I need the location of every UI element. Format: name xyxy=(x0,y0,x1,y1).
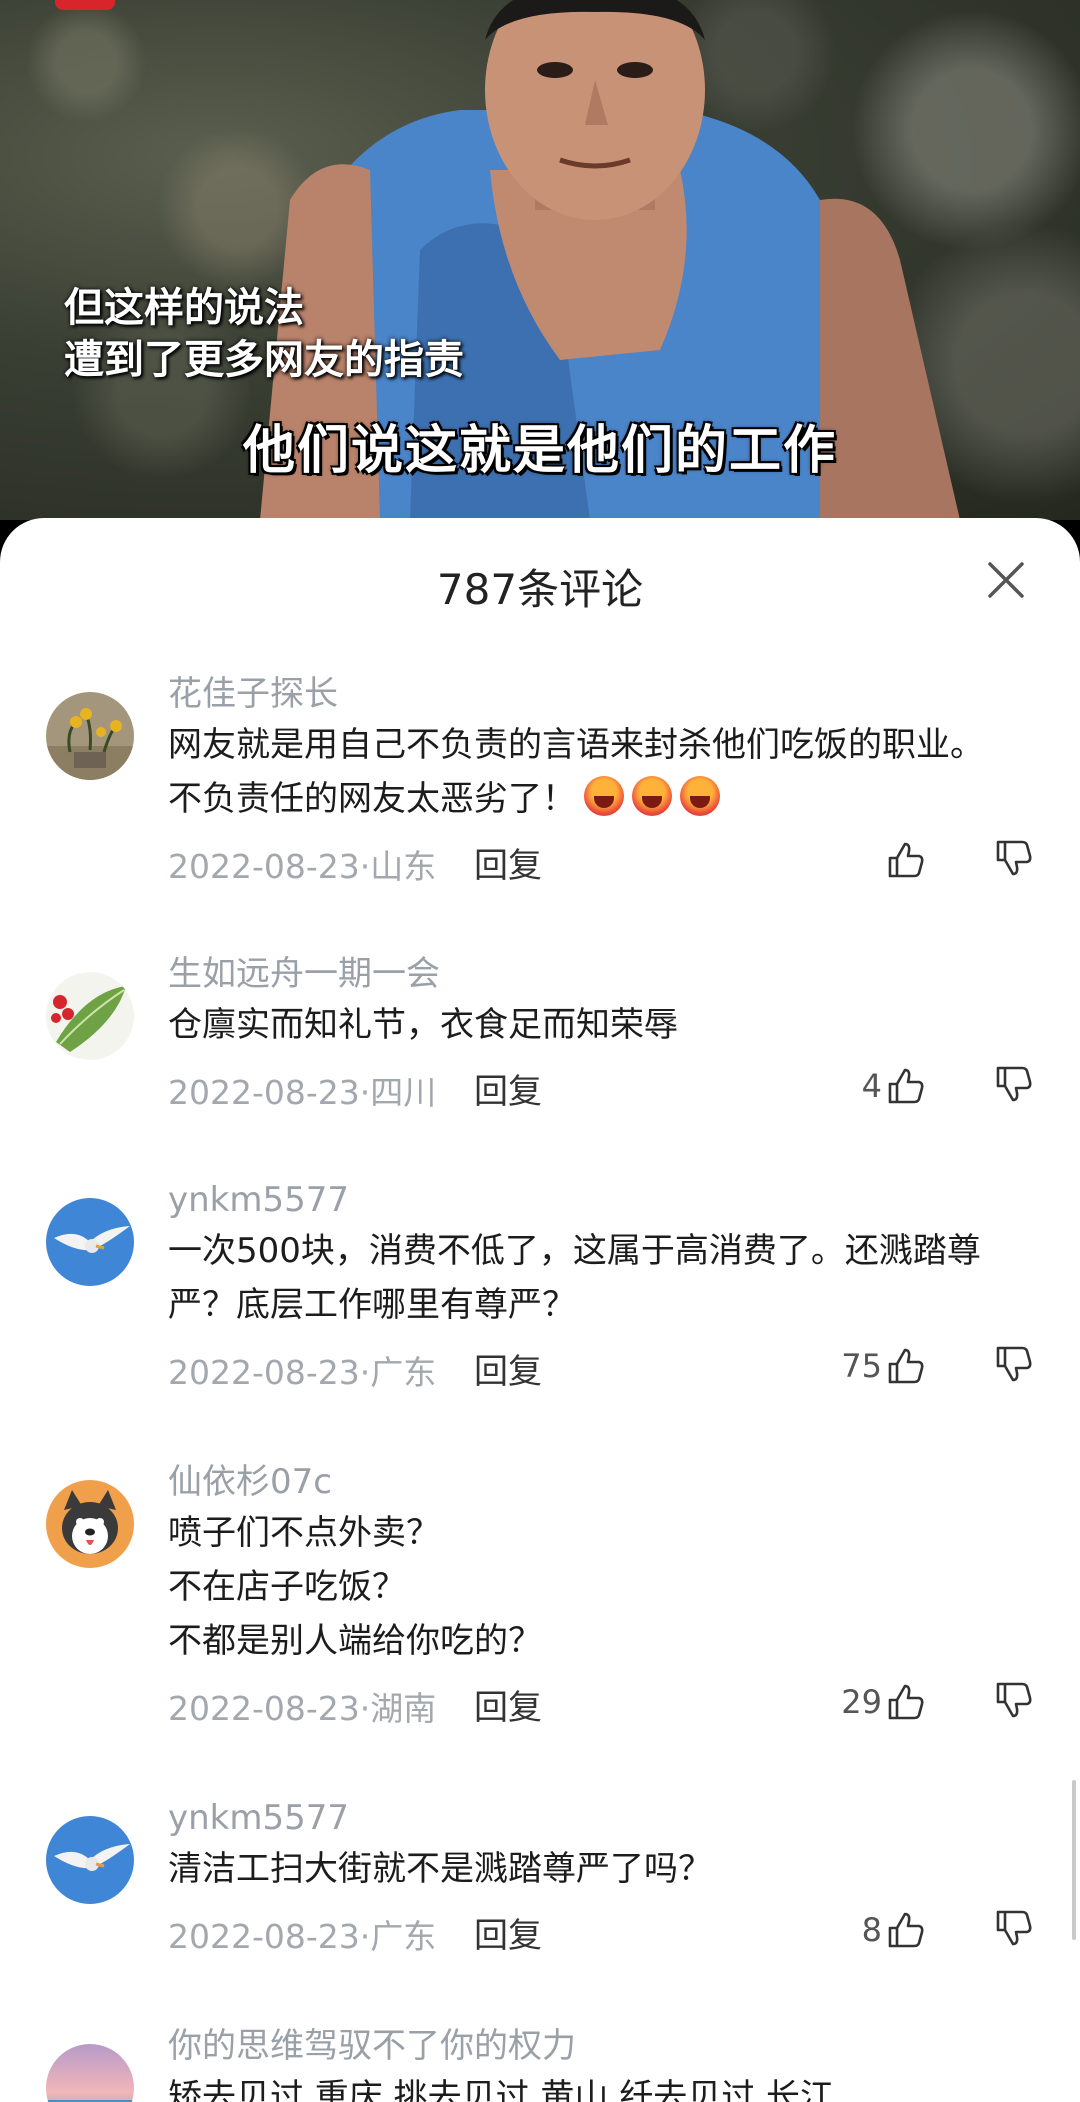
angry-emoji-icon xyxy=(680,776,720,816)
like-button[interactable]: 29 xyxy=(841,1678,928,1726)
comment-text: 一次500块，消费不低了，这属于高消费了。还溅踏尊严？底层工作哪里有尊严？ xyxy=(168,1231,981,1325)
like-count: 75 xyxy=(841,1347,882,1385)
comment-text: 仓廪实而知礼节，衣食足而知荣辱 xyxy=(168,1005,678,1045)
thumbs-up-icon xyxy=(888,1912,924,1948)
comment-body: 生如远舟一期一会 仓廪实而知礼节，衣食足而知荣辱 2022-08-23·四川 回… xyxy=(168,950,1040,1114)
dislike-button[interactable] xyxy=(992,1062,1036,1110)
comment-meta: 2022-08-23·广东 回复 8 xyxy=(168,1902,1040,1958)
thumbs-up-icon xyxy=(888,1684,924,1720)
avatar[interactable] xyxy=(46,1816,134,1904)
comment-username[interactable]: ynkm5577 xyxy=(168,1176,1040,1224)
comments-header: 787条评论 xyxy=(0,518,1080,638)
scrollbar[interactable] xyxy=(1072,1780,1076,1940)
reply-button[interactable]: 回复 xyxy=(474,1064,542,1113)
comment-body: 你的思维驾驭不了你的权力 矫去贝过 重庆 挑去贝过 黄山 纤去贝过 长江 xyxy=(168,2022,1040,2102)
avatar[interactable] xyxy=(46,2044,134,2102)
like-button[interactable]: 75 xyxy=(841,1342,928,1390)
reply-button[interactable]: 回复 xyxy=(474,1344,542,1393)
comment-username[interactable]: 花佳子探长 xyxy=(168,670,1040,718)
channel-badge xyxy=(55,0,115,10)
like-button[interactable] xyxy=(882,836,928,884)
avatar[interactable] xyxy=(46,692,134,780)
thumbs-down-icon xyxy=(996,840,1032,876)
reply-button[interactable]: 回复 xyxy=(474,1908,542,1957)
angry-emoji-icon xyxy=(584,776,624,816)
comment-date-location: 2022-08-23·四川 xyxy=(168,1073,437,1112)
comment-meta: 2022-08-23·广东 回复 75 xyxy=(168,1338,1040,1394)
comment-body: 花佳子探长 网友就是用自己不负责的言语来封杀他们吃饭的职业。 不负责任的网友太恶… xyxy=(168,670,1040,888)
comment-username[interactable]: 你的思维驾驭不了你的权力 xyxy=(168,2022,1040,2070)
thumbs-up-icon xyxy=(888,842,924,878)
comment-text: 矫去贝过 重庆 挑去贝过 黄山 纤去贝过 长江 xyxy=(168,2077,835,2102)
close-icon[interactable] xyxy=(980,554,1032,606)
comment-text-content: 网友就是用自己不负责的言语来封杀他们吃饭的职业。 不负责任的网友太恶劣了！ xyxy=(168,725,984,819)
video-subtitle-line-2: 遭到了更多网友的指责 xyxy=(64,337,464,383)
comment-username[interactable]: 仙依杉07c xyxy=(168,1458,1040,1506)
video-caption: 他们说这就是他们的工作 xyxy=(242,421,837,481)
like-count: 29 xyxy=(841,1683,882,1721)
comment-meta: 2022-08-23·四川 回复 4 xyxy=(168,1058,1040,1114)
dislike-button[interactable] xyxy=(992,1906,1036,1954)
video-subtitle-line-1: 但这样的说法 xyxy=(64,285,304,331)
comment-body: ynkm5577 一次500块，消费不低了，这属于高消费了。还溅踏尊严？底层工作… xyxy=(168,1176,1040,1394)
comment-text: 喷子们不点外卖？ 不在店子吃饭？ 不都是别人端给你吃的？ xyxy=(168,1513,542,1661)
avatar[interactable] xyxy=(46,1198,134,1286)
thumbs-down-icon xyxy=(996,1066,1032,1102)
video-player[interactable]: 但这样的说法 遭到了更多网友的指责 他们说这就是他们的工作 xyxy=(0,0,1080,520)
like-button[interactable]: 8 xyxy=(862,1906,928,1954)
comment-text: 清洁工扫大街就不是溅踏尊严了吗？ xyxy=(168,1849,712,1889)
comment-meta: 2022-08-23·山东 回复 xyxy=(168,832,1040,888)
comment-body: ynkm5577 清洁工扫大街就不是溅踏尊严了吗？ 2022-08-23·广东 … xyxy=(168,1794,1040,1958)
comment-date-location: 2022-08-23·山东 xyxy=(168,847,437,886)
video-subtitle: 但这样的说法 遭到了更多网友的指责 xyxy=(64,282,464,386)
comment-body: 仙依杉07c 喷子们不点外卖？ 不在店子吃饭？ 不都是别人端给你吃的？ 2022… xyxy=(168,1458,1040,1730)
angry-emoji-icon xyxy=(632,776,672,816)
reply-button[interactable]: 回复 xyxy=(474,838,542,887)
dislike-button[interactable] xyxy=(992,1678,1036,1726)
thumbs-up-icon xyxy=(888,1068,924,1104)
thumbs-up-icon xyxy=(888,1348,924,1384)
like-count: 4 xyxy=(861,1067,882,1105)
comment-meta: 2022-08-23·湖南 回复 29 xyxy=(168,1674,1040,1730)
comment-date-location: 2022-08-23·湖南 xyxy=(168,1689,437,1728)
dislike-button[interactable] xyxy=(992,1342,1036,1390)
thumbs-down-icon xyxy=(996,1682,1032,1718)
avatar[interactable] xyxy=(46,1480,134,1568)
like-count: 8 xyxy=(861,1911,882,1949)
thumbs-down-icon xyxy=(996,1346,1032,1382)
comment-date-location: 2022-08-23·广东 xyxy=(168,1353,437,1392)
avatar[interactable] xyxy=(46,972,134,1060)
comment-date-location: 2022-08-23·广东 xyxy=(168,1917,437,1956)
like-button[interactable]: 4 xyxy=(862,1062,928,1110)
comments-count-title: 787条评论 xyxy=(436,565,644,614)
dislike-button[interactable] xyxy=(992,836,1036,884)
thumbs-down-icon xyxy=(996,1910,1032,1946)
comment-username[interactable]: 生如远舟一期一会 xyxy=(168,950,1040,998)
comment-text: 网友就是用自己不负责的言语来封杀他们吃饭的职业。 不负责任的网友太恶劣了！ xyxy=(168,718,1040,826)
comment-username[interactable]: ynkm5577 xyxy=(168,1794,1040,1842)
comments-sheet: 787条评论 花佳子探长 网友就是用自己不负责的言语来封杀他们吃饭的职业。 不负… xyxy=(0,518,1080,2102)
reply-button[interactable]: 回复 xyxy=(474,1680,542,1729)
